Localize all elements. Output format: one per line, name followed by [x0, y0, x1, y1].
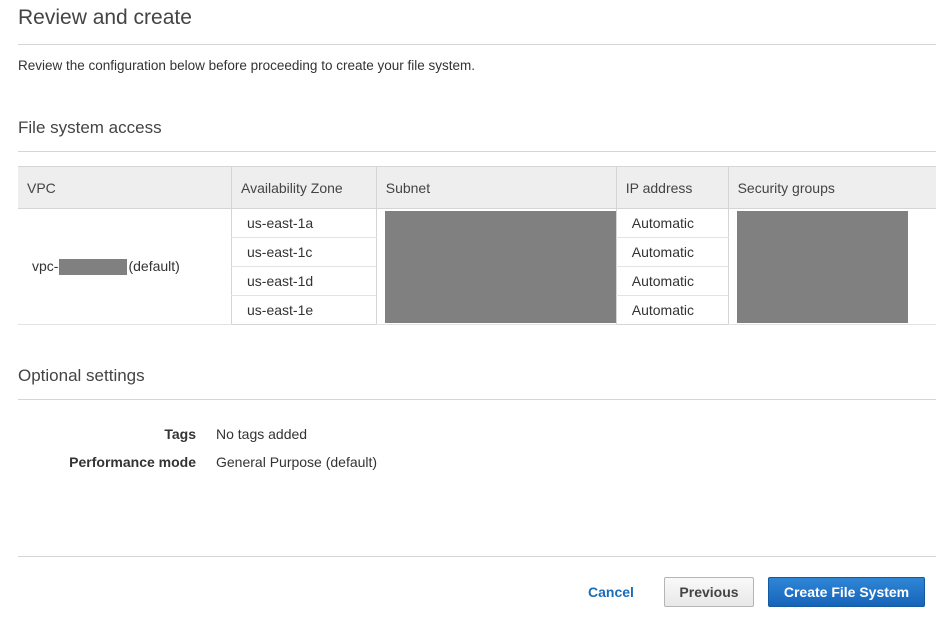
zone-cell: us-east-1e [231, 295, 377, 325]
subnet-cell [375, 208, 617, 325]
ip-cell: Automatic [615, 295, 729, 325]
tags-value: No tags added [216, 426, 308, 442]
page-title: Review and create [18, 6, 192, 29]
redacted-vpc-id [59, 259, 128, 276]
security-groups-cell [727, 208, 936, 325]
file-system-access-table: VPC Availability Zone Subnet IP address … [18, 166, 936, 325]
table-row: vpc- (default) us-east-1a Automatic [18, 208, 936, 325]
tags-label: Tags [164, 426, 196, 442]
file-system-access-title: File system access [18, 118, 162, 137]
zone-cell: us-east-1c [231, 237, 377, 267]
optional-divider [18, 399, 936, 400]
zone-cell: us-east-1a [231, 208, 377, 238]
column-header-ip-address: IP address [615, 166, 729, 209]
column-header-vpc: VPC [18, 166, 232, 209]
zone-cell: us-east-1d [231, 266, 377, 296]
ip-cell: Automatic [615, 237, 729, 267]
redacted-security-groups [736, 210, 908, 323]
optional-settings-title: Optional settings [18, 366, 145, 385]
create-file-system-button[interactable]: Create File System [768, 577, 925, 607]
header-divider [18, 44, 936, 45]
ip-cell: Automatic [615, 208, 729, 238]
column-header-security-groups: Security groups [727, 166, 936, 209]
performance-mode-label: Performance mode [69, 454, 196, 470]
page-description: Review the configuration below before pr… [18, 58, 475, 73]
vpc-suffix: (default) [128, 257, 180, 274]
cancel-button[interactable]: Cancel [578, 577, 644, 607]
previous-button[interactable]: Previous [664, 577, 754, 607]
ip-cell: Automatic [615, 266, 729, 296]
redacted-subnets [384, 210, 616, 323]
column-header-availability-zone: Availability Zone [231, 166, 377, 209]
table-header-row: VPC Availability Zone Subnet IP address … [18, 166, 936, 209]
performance-mode-value: General Purpose (default) [216, 454, 378, 470]
footer-divider [18, 556, 936, 557]
access-divider [18, 151, 936, 152]
vpc-prefix: vpc- [32, 257, 59, 274]
vpc-cell: vpc- (default) [18, 208, 232, 325]
column-header-subnet: Subnet [375, 166, 617, 209]
